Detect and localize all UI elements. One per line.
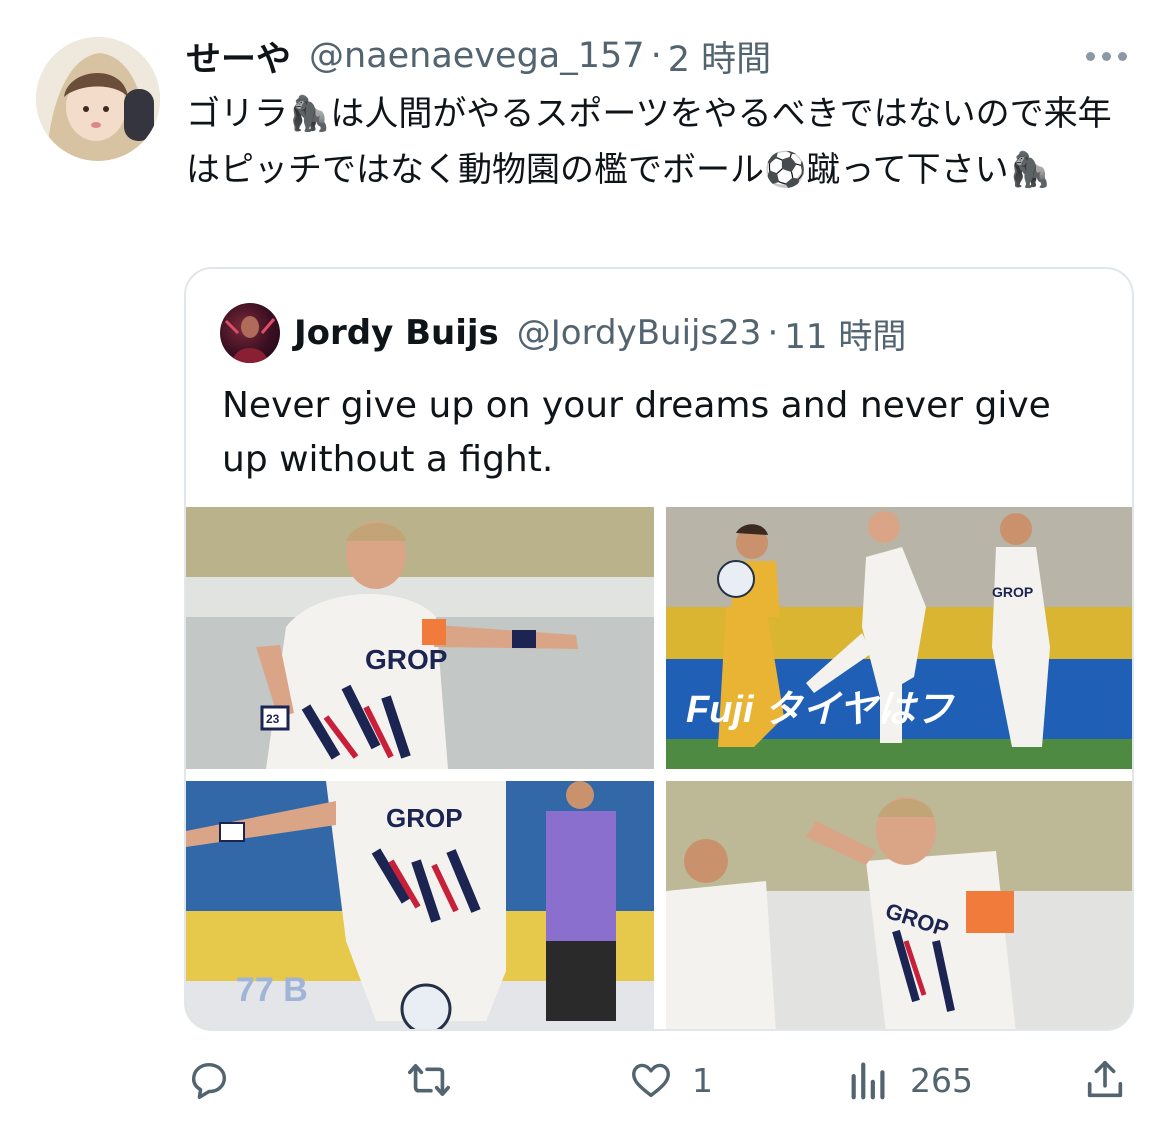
quoted-timestamp[interactable]: 11 時間	[784, 309, 906, 358]
jersey-sponsor-2: GROP	[992, 584, 1033, 600]
quoted-tweet-text: Never give up on your dreams and never g…	[222, 385, 1051, 480]
share-icon	[1087, 1060, 1123, 1098]
ad-board-text: Fuji タイヤはフ	[686, 689, 955, 731]
quoted-separator-dot: ·	[767, 313, 779, 353]
quoted-tweet-card[interactable]: Jordy Buijs @JordyBuijs23 · 11 時間 Never …	[184, 267, 1134, 1031]
separator-dot: ·	[650, 36, 662, 76]
action-bar: 1 265	[0, 1052, 1170, 1108]
reply-icon	[191, 1062, 227, 1099]
author-avatar[interactable]	[36, 37, 160, 161]
more-options-icon[interactable]	[1086, 44, 1130, 68]
like-count: 1	[692, 1060, 713, 1100]
share-button[interactable]	[1082, 1052, 1146, 1108]
quoted-author-avatar[interactable]	[220, 303, 280, 363]
tweet-text: ゴリラ🦍は人間がやるスポーツをやるべきではないので来年はピッチではなく動物園の檻…	[186, 94, 1112, 190]
retweet-button[interactable]	[406, 1052, 470, 1108]
views-count: 265	[910, 1060, 973, 1100]
tweet-header: せーや @naenaevega_157 · 2 時間	[186, 32, 771, 80]
quoted-tweet-header: Jordy Buijs @JordyBuijs23 · 11 時間	[294, 307, 906, 359]
heart-icon	[632, 1063, 670, 1098]
reply-button[interactable]	[186, 1052, 250, 1108]
tweet-timestamp[interactable]: 2 時間	[668, 31, 771, 82]
author-handle[interactable]: @naenaevega_157	[309, 36, 645, 76]
sleeve-number: 23	[266, 712, 280, 726]
ad-board-text-2: 77 B	[236, 971, 308, 1009]
retweet-icon	[408, 1063, 450, 1097]
tweet[interactable]: せーや @naenaevega_157 · 2 時間 ゴリラ🦍は人間がやるスポー…	[0, 0, 1170, 1148]
photo-2[interactable]: Fuji タイヤはフ GROP	[666, 507, 1132, 769]
views-button[interactable]: 265	[846, 1052, 973, 1108]
photo-3[interactable]: GROP 77 B	[186, 781, 654, 1029]
jersey-sponsor-1: GROP	[365, 644, 447, 675]
views-icon	[851, 1062, 885, 1100]
photo-1[interactable]: GROP 23	[186, 507, 654, 769]
author-display-name[interactable]: せーや	[186, 31, 291, 82]
jersey-sponsor-3: GROP	[386, 803, 463, 833]
photo-grid: GROP 23 Fuji タイヤはフ GROP GROP 77 B GROP	[186, 507, 1132, 1029]
photo-4[interactable]: GROP	[666, 781, 1132, 1029]
quoted-display-name[interactable]: Jordy Buijs	[294, 313, 499, 353]
quoted-handle[interactable]: @JordyBuijs23	[517, 313, 762, 353]
like-button[interactable]: 1	[628, 1052, 713, 1108]
